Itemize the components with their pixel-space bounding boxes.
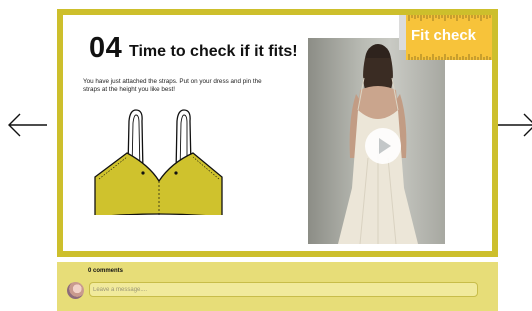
play-button[interactable] [365, 128, 401, 164]
slide: 04 Time to check if it fits! You have ju… [63, 15, 492, 251]
slide-title: Time to check if it fits! [129, 43, 298, 60]
next-arrow-icon[interactable] [494, 110, 532, 140]
step-number: 04 [89, 32, 123, 64]
video-thumbnail[interactable] [308, 38, 445, 244]
fit-check-label: Fit check [411, 27, 477, 44]
fit-check-badge: Fit check [406, 15, 492, 60]
avatar [67, 282, 84, 299]
dress-bodice-icon [91, 107, 226, 220]
comment-input[interactable] [89, 282, 478, 297]
play-icon [379, 138, 391, 154]
comments-panel: 0 comments [57, 262, 498, 311]
prev-arrow-icon[interactable] [6, 110, 50, 140]
comment-count: 0 comments [88, 268, 124, 274]
slide-frame: 04 Time to check if it fits! You have ju… [57, 9, 498, 257]
slide-description: You have just attached the straps. Put o… [83, 78, 262, 93]
